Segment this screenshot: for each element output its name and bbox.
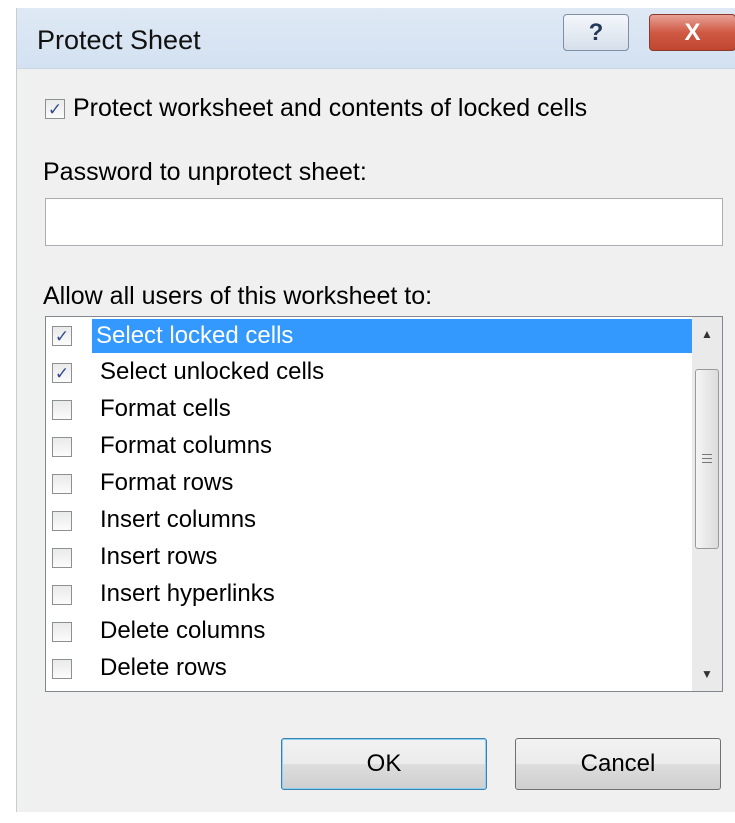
permission-label: Format rows (100, 469, 234, 496)
permission-label: Insert hyperlinks (100, 580, 275, 607)
close-icon: X (684, 18, 701, 46)
permission-checkbox[interactable] (52, 474, 72, 494)
permission-checkbox[interactable] (52, 400, 72, 420)
password-label: Password to unprotect sheet: (43, 158, 367, 186)
permission-checkbox[interactable]: ✓ (52, 363, 72, 383)
help-button[interactable]: ? (563, 14, 629, 51)
permission-label: Insert columns (100, 506, 257, 533)
password-input[interactable] (45, 198, 723, 246)
permission-item[interactable]: Format columns (50, 430, 698, 464)
permission-item[interactable]: ✓ Select unlocked cells (50, 356, 698, 390)
permission-item[interactable]: Delete columns (50, 615, 698, 649)
scroll-up-arrow-icon[interactable]: ▲ (692, 317, 722, 351)
permission-label: Format cells (100, 395, 231, 422)
scroll-down-arrow-icon[interactable]: ▼ (692, 657, 722, 691)
permission-label: Select unlocked cells (100, 358, 325, 385)
permission-label: Delete columns (100, 617, 266, 644)
permission-checkbox[interactable]: ✓ (52, 326, 72, 346)
close-button[interactable]: X (649, 14, 735, 51)
checkmark-icon: ✓ (54, 326, 70, 346)
dialog-title: Protect Sheet (37, 25, 201, 55)
permission-label: Delete rows (100, 654, 227, 681)
protect-sheet-dialog: Protect Sheet ? X ✓ Protect worksheet an… (16, 8, 735, 812)
cancel-button[interactable]: Cancel (515, 738, 721, 790)
permission-item[interactable]: Insert columns (50, 504, 698, 538)
permissions-list[interactable]: ✓ Select locked cells ✓ Select unlocked cel… (45, 316, 723, 692)
permission-item[interactable]: Format cells (50, 393, 698, 427)
ok-button[interactable]: OK (281, 738, 487, 790)
permission-item[interactable]: Insert rows (50, 541, 698, 575)
permission-checkbox[interactable] (52, 622, 72, 642)
scroll-thumb[interactable] (695, 369, 719, 549)
checkmark-icon: ✓ (54, 363, 70, 383)
title-bar[interactable]: Protect Sheet ? X (17, 8, 735, 69)
permission-checkbox[interactable] (52, 511, 72, 531)
permission-item[interactable]: Format rows (50, 467, 698, 501)
permission-checkbox[interactable] (52, 437, 72, 457)
scroll-grip-icon (702, 454, 712, 464)
protect-worksheet-label[interactable]: Protect worksheet and contents of locked… (73, 94, 587, 123)
permission-label: Select locked cells (92, 319, 698, 353)
permission-item[interactable]: Delete rows (50, 652, 698, 686)
help-icon: ? (588, 18, 604, 46)
permission-checkbox[interactable] (52, 548, 72, 568)
checkmark-icon: ✓ (47, 99, 63, 119)
permission-item[interactable]: ✓ Select locked cells (50, 319, 698, 353)
permission-item[interactable]: Insert hyperlinks (50, 578, 698, 612)
protect-worksheet-checkbox[interactable]: ✓ (45, 99, 65, 119)
allow-users-label: Allow all users of this worksheet to: (43, 282, 433, 310)
permission-checkbox[interactable] (52, 585, 72, 605)
list-scrollbar[interactable]: ▲ ▼ (692, 317, 722, 691)
permission-label: Insert rows (100, 543, 218, 570)
permission-checkbox[interactable] (52, 659, 72, 679)
permission-label: Format columns (100, 432, 273, 459)
